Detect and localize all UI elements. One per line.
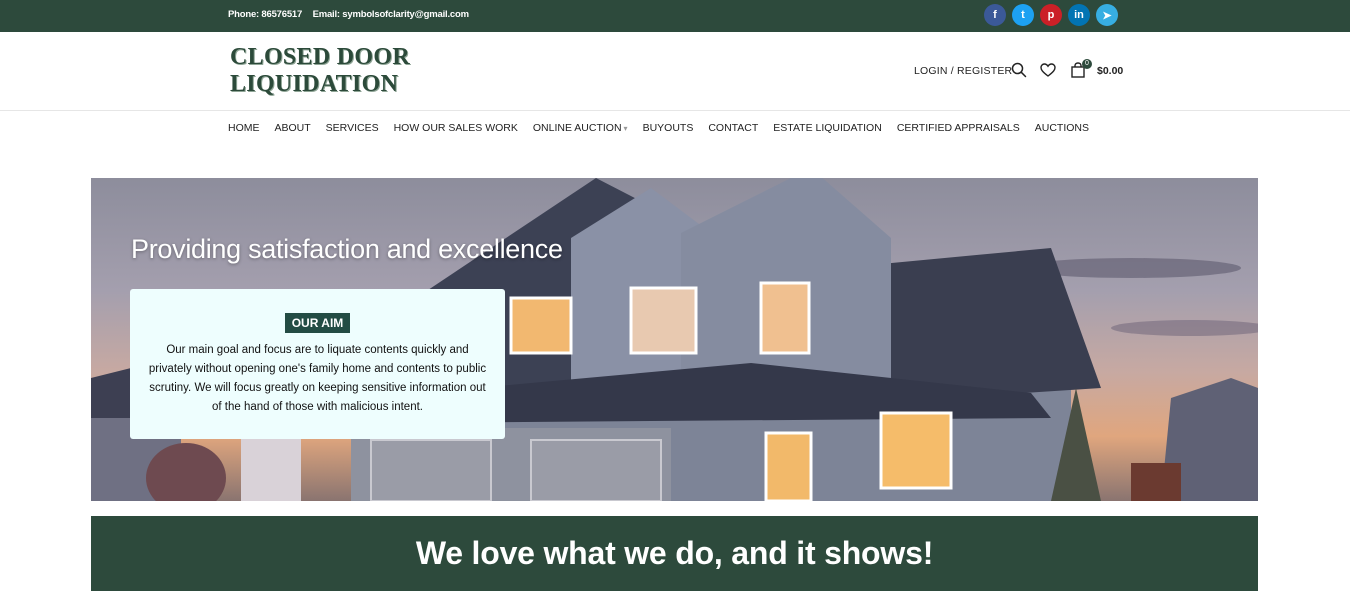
facebook-icon[interactable]: f xyxy=(984,4,1006,26)
cart-total[interactable]: $0.00 xyxy=(1097,65,1123,77)
social-links: f t p in ➤ xyxy=(984,4,1118,26)
site-header: CLOSED DOOR LIQUIDATION LOGIN / REGISTER… xyxy=(0,32,1350,111)
logo-line-1: CLOSED DOOR xyxy=(230,44,410,70)
nav-item-home[interactable]: HOME xyxy=(228,122,260,134)
our-aim-text: Our main goal and focus are to liquate c… xyxy=(148,344,487,413)
our-aim-card: OUR AIM Our main goal and focus are to l… xyxy=(130,289,505,439)
hero-section: Providing satisfaction and excellence OU… xyxy=(91,178,1258,501)
contact-info: Phone: 86576517 Email: symbolsofclarity@… xyxy=(228,9,477,20)
linkedin-icon[interactable]: in xyxy=(1068,4,1090,26)
nav-item-services[interactable]: SERVICES xyxy=(326,122,379,134)
wishlist-heart-icon[interactable] xyxy=(1039,61,1057,79)
hero-title: Providing satisfaction and excellence xyxy=(131,234,563,264)
phone-text: Phone: 86576517 xyxy=(228,9,303,20)
login-register-link[interactable]: LOGIN / REGISTER xyxy=(914,65,1012,77)
nav-item-estate-liquidation[interactable]: ESTATE LIQUIDATION xyxy=(773,122,882,134)
chevron-down-icon: ▾ xyxy=(623,124,628,133)
pinterest-icon[interactable]: p xyxy=(1040,4,1062,26)
nav-item-about[interactable]: ABOUT xyxy=(275,122,311,134)
email-text[interactable]: Email: symbolsofclarity@gmail.com xyxy=(313,9,469,20)
nav-item-certified-appraisals[interactable]: CERTIFIED APPRAISALS xyxy=(897,122,1020,134)
logo-line-2: LIQUIDATION xyxy=(230,71,399,97)
main-navigation: HOME ABOUT SERVICES HOW OUR SALES WORK O… xyxy=(228,122,1089,134)
cart-count-badge: 0 xyxy=(1082,59,1092,69)
nav-item-online-auction[interactable]: ONLINE AUCTION ▾ xyxy=(533,122,628,134)
twitter-icon[interactable]: t xyxy=(1012,4,1034,26)
nav-item-auctions[interactable]: AUCTIONS xyxy=(1035,122,1089,134)
site-logo[interactable]: CLOSED DOOR LIQUIDATION xyxy=(230,44,410,98)
nav-item-how-our-sales-work[interactable]: HOW OUR SALES WORK xyxy=(394,122,518,134)
telegram-icon[interactable]: ➤ xyxy=(1096,4,1118,26)
our-aim-badge: OUR AIM xyxy=(284,313,351,333)
search-icon[interactable] xyxy=(1010,61,1028,79)
nav-item-buyouts[interactable]: BUYOUTS xyxy=(643,122,694,134)
tagline-banner: We love what we do, and it shows! xyxy=(91,516,1258,591)
nav-item-contact[interactable]: CONTACT xyxy=(708,122,758,134)
top-bar: Phone: 86576517 Email: symbolsofclarity@… xyxy=(0,0,1350,32)
tagline-text: We love what we do, and it shows! xyxy=(415,535,934,571)
nav-item-online-auction-label: ONLINE AUCTION xyxy=(532,122,622,134)
